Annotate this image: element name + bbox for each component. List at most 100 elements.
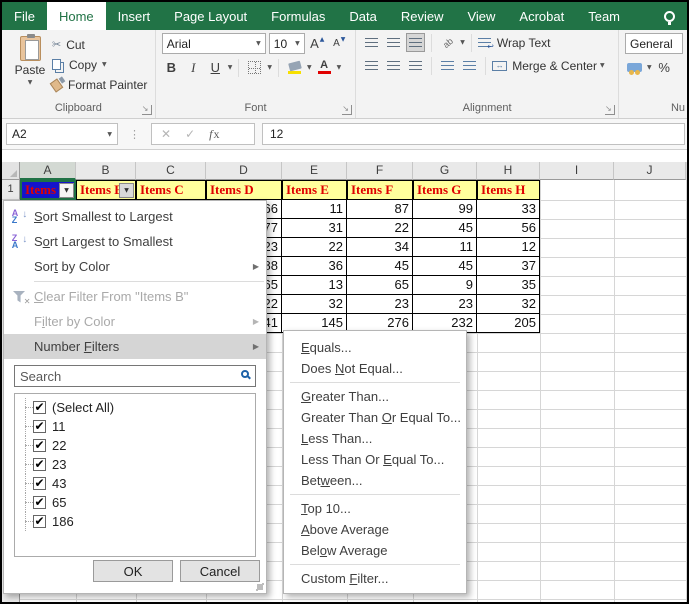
submenu-item-between[interactable]: Between...	[284, 470, 466, 491]
submenu-item-less-than[interactable]: Less Than...	[284, 428, 466, 449]
cell-e7[interactable]: 32	[282, 295, 347, 314]
copy-dropdown-arrow-icon[interactable]: ▼	[102, 61, 107, 68]
format-painter-button[interactable]: Format Painter	[52, 75, 147, 94]
column-header-d[interactable]: D	[206, 162, 282, 180]
bold-button[interactable]: B	[162, 58, 181, 77]
column-header-c[interactable]: C	[136, 162, 206, 180]
merge-center-button[interactable]: ↔ Merge & Center	[492, 56, 597, 75]
submenu-item-below-average[interactable]: Below Average	[284, 540, 466, 561]
insert-function-icon[interactable]: fx	[209, 127, 219, 142]
name-box-dropdown-icon[interactable]: ▼	[107, 131, 112, 138]
header-cell-items-a[interactable]: Items A ▼	[20, 180, 76, 200]
bottom-align-button[interactable]	[406, 33, 426, 52]
submenu-item-top-10[interactable]: Top 10...	[284, 498, 466, 519]
tab-formulas[interactable]: Formulas	[259, 2, 337, 30]
top-align-button[interactable]	[362, 33, 381, 52]
column-header-e[interactable]: E	[282, 162, 347, 180]
resize-grip[interactable]	[257, 584, 263, 590]
accounting-format-button[interactable]	[625, 58, 644, 77]
filter-dropdown-button[interactable]: ▼	[59, 183, 74, 198]
paste-button[interactable]: Paste ▼	[8, 33, 52, 101]
column-header-h[interactable]: H	[477, 162, 540, 180]
name-box[interactable]: A2 ▼	[6, 123, 118, 145]
submenu-item-less-than-or-equal-to[interactable]: Less Than Or Equal To...	[284, 449, 466, 470]
confirm-entry-icon[interactable]: ✓	[185, 127, 195, 141]
tab-home[interactable]: Home	[46, 2, 106, 30]
submenu-item-custom-filter[interactable]: Custom Filter...	[284, 568, 466, 589]
tab-file[interactable]: File	[2, 2, 47, 30]
tab-acrobat[interactable]: Acrobat	[507, 2, 576, 30]
cell-g2[interactable]: 99	[413, 200, 477, 219]
filter-value-23[interactable]: ✔ 23	[17, 455, 255, 474]
cell-h5[interactable]: 37	[477, 257, 540, 276]
formula-bar-splitter-icon[interactable]: ⋮	[129, 128, 140, 141]
cancel-button[interactable]: Cancel	[180, 560, 260, 582]
checkbox-icon[interactable]: ✔	[33, 515, 46, 528]
header-cell-items-b[interactable]: Items B ▼	[76, 180, 136, 200]
checkbox-icon[interactable]: ✔	[33, 458, 46, 471]
checkbox-icon[interactable]: ✔	[33, 439, 46, 452]
cell-h3[interactable]: 56	[477, 219, 540, 238]
font-color-button[interactable]: A	[315, 58, 334, 77]
tab-team[interactable]: Team	[576, 2, 632, 30]
cell-f7[interactable]: 23	[347, 295, 413, 314]
row-header-1[interactable]: 1	[2, 180, 20, 200]
menu-item-clear-filter-from-items-b[interactable]: Clear Filter From "Items B"	[4, 284, 266, 309]
wrap-text-button[interactable]: Wrap Text	[477, 33, 550, 52]
column-header-b[interactable]: B	[76, 162, 136, 180]
filter-value-select-all[interactable]: ✔ (Select All)	[17, 398, 255, 417]
accounting-dropdown-icon[interactable]: ▼	[647, 64, 652, 71]
cell-f6[interactable]: 65	[347, 276, 413, 295]
tab-page-layout[interactable]: Page Layout	[162, 2, 259, 30]
header-cell-items-c[interactable]: Items C	[136, 180, 206, 200]
select-all-corner[interactable]	[2, 162, 20, 180]
increase-indent-button[interactable]	[460, 56, 479, 75]
number-format-select[interactable]: General	[625, 33, 683, 54]
font-name-select[interactable]: Arial ▼	[161, 33, 266, 54]
cell-f5[interactable]: 45	[347, 257, 413, 276]
filter-value-22[interactable]: ✔ 22	[17, 436, 255, 455]
align-center-button[interactable]	[384, 56, 403, 75]
submenu-item-does-not-equal[interactable]: Does Not Equal...	[284, 358, 466, 379]
search-input[interactable]	[14, 365, 256, 387]
cell-e3[interactable]: 31	[282, 219, 347, 238]
column-header-j[interactable]: J	[614, 162, 686, 180]
cell-g6[interactable]: 9	[413, 276, 477, 295]
shrink-font-button[interactable]: A ▼	[330, 34, 349, 53]
paste-dropdown-arrow-icon[interactable]: ▼	[28, 79, 33, 86]
filter-dropdown-button[interactable]: ▼	[119, 183, 134, 198]
borders-button[interactable]	[245, 58, 264, 77]
submenu-item-greater-than-or-equal-to[interactable]: Greater Than Or Equal To...	[284, 407, 466, 428]
percent-style-button[interactable]: %	[655, 58, 674, 77]
cut-button[interactable]: ✂ Cut	[52, 35, 147, 54]
cell-e5[interactable]: 36	[282, 257, 347, 276]
cell-e4[interactable]: 22	[282, 238, 347, 257]
cell-e6[interactable]: 13	[282, 276, 347, 295]
checkbox-icon[interactable]: ✔	[33, 401, 46, 414]
cell-h7[interactable]: 32	[477, 295, 540, 314]
tab-insert[interactable]: Insert	[106, 2, 163, 30]
menu-item-sort-largest-to-smallest[interactable]: Z A ↓ Sort Largest to Smallest	[4, 229, 266, 254]
header-cell-items-g[interactable]: Items G	[413, 180, 477, 200]
submenu-item-greater-than[interactable]: Greater Than...	[284, 386, 466, 407]
cell-g5[interactable]: 45	[413, 257, 477, 276]
column-header-i[interactable]: I	[540, 162, 614, 180]
tab-data[interactable]: Data	[337, 2, 388, 30]
cancel-entry-icon[interactable]: ✕	[161, 127, 171, 141]
formula-input[interactable]: 12	[262, 123, 685, 145]
cell-g4[interactable]: 11	[413, 238, 477, 257]
tab-view[interactable]: View	[455, 2, 507, 30]
cell-e2[interactable]: 11	[282, 200, 347, 219]
menu-item-sort-by-color[interactable]: Sort by Color ▶	[4, 254, 266, 279]
align-right-button[interactable]	[406, 56, 425, 75]
tell-me-lightbulb-icon[interactable]	[664, 10, 675, 25]
menu-item-number-filters[interactable]: Number Filters ▶	[4, 334, 266, 359]
font-size-select[interactable]: 10 ▼	[268, 33, 305, 54]
filter-value-43[interactable]: ✔ 43	[17, 474, 255, 493]
borders-dropdown-icon[interactable]: ▼	[267, 64, 272, 71]
underline-dropdown-icon[interactable]: ▼	[228, 64, 233, 71]
column-header-f[interactable]: F	[347, 162, 413, 180]
cell-h2[interactable]: 33	[477, 200, 540, 219]
cell-h4[interactable]: 12	[477, 238, 540, 257]
tab-review[interactable]: Review	[389, 2, 456, 30]
